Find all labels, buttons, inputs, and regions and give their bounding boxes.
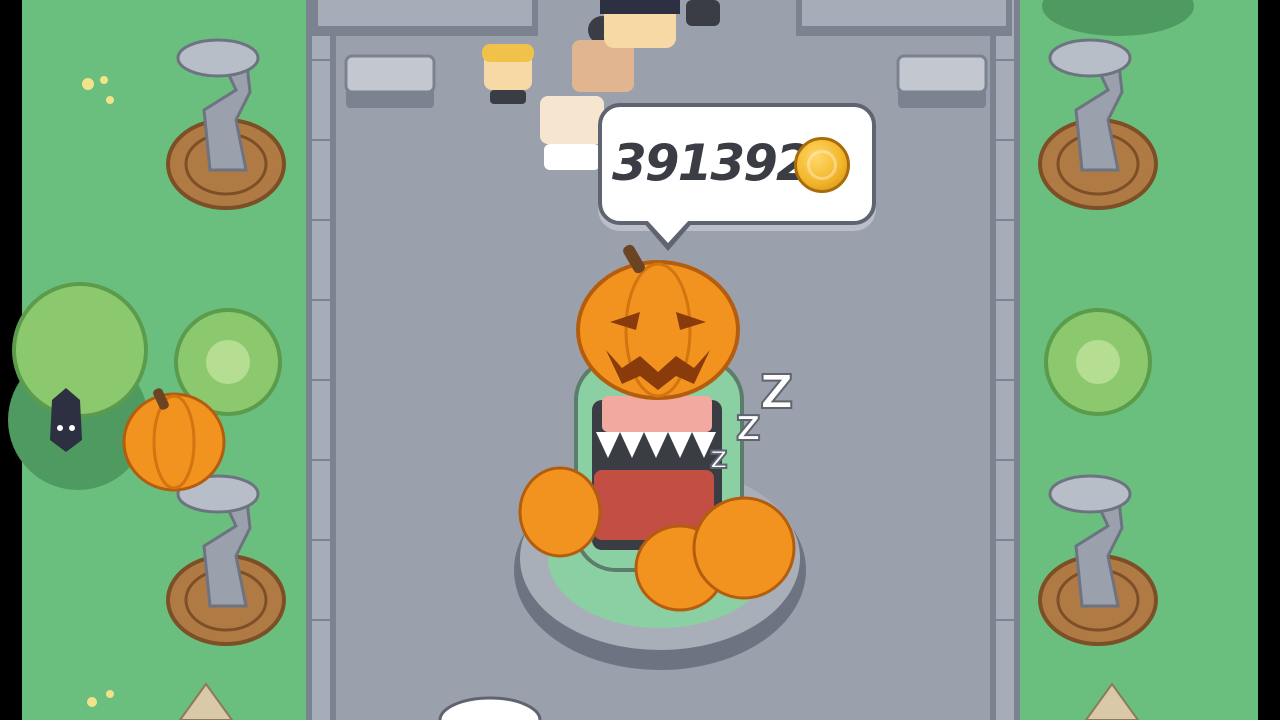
- game-viewport: Z Z Z 391392: [0, 0, 1280, 720]
- svg-text:Z: Z: [710, 446, 727, 474]
- svg-text:Z: Z: [736, 409, 761, 449]
- visitor-glasses: [600, 0, 680, 48]
- coin-amount: 391392: [612, 134, 811, 192]
- right-wall-top: [996, 0, 1014, 720]
- top-right-wall-cap: [802, 0, 1006, 26]
- visitor-white-shirt: [540, 96, 604, 170]
- coin-bubble: 391392: [598, 103, 876, 251]
- left-bench: [344, 54, 436, 108]
- gold-coin-icon: [794, 137, 850, 193]
- left-wall-top: [312, 0, 330, 720]
- right-bush: [1044, 308, 1152, 416]
- bat-icon: [50, 388, 82, 452]
- visitor-dark: [686, 0, 720, 26]
- top-left-wall-cap: [318, 0, 532, 26]
- right-letterbox: [1258, 0, 1280, 720]
- svg-text:Z: Z: [760, 365, 793, 419]
- right-bench: [896, 54, 988, 108]
- bubble-tail-inner: [646, 219, 690, 243]
